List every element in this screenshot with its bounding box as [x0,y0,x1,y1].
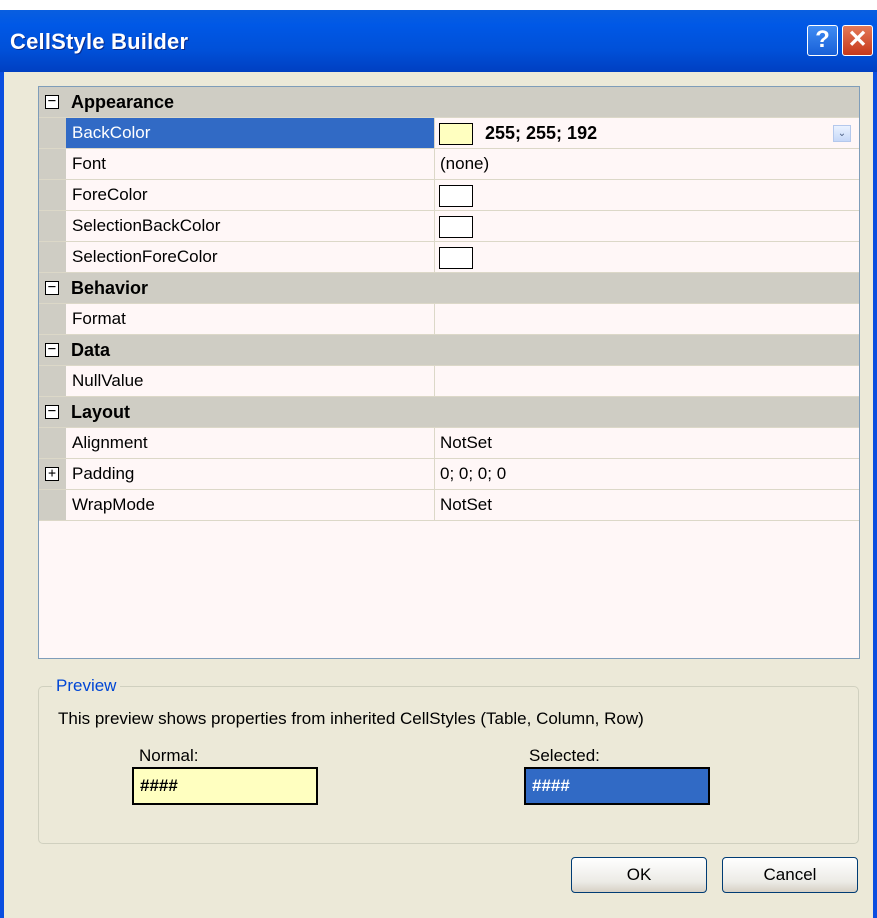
help-button[interactable]: ? [807,25,838,56]
expand-icon[interactable]: + [45,467,59,481]
color-swatch [439,123,473,145]
selected-label: Selected: [529,746,600,765]
dropdown-button[interactable]: ⌄ [833,125,851,142]
property-name[interactable]: SelectionForeColor [66,242,435,272]
property-value[interactable]: 0; 0; 0; 0 [435,459,859,489]
ok-button[interactable]: OK [571,857,707,893]
collapse-icon[interactable]: − [45,280,59,295]
title-bar[interactable]: CellStyle Builder ? ✕ [0,0,877,72]
property-value[interactable]: NotSet [435,490,859,520]
property-grid[interactable]: − Appearance BackColor 255; 255; 192 ⌄ F… [38,86,860,659]
window-title: CellStyle Builder [10,29,189,54]
property-row-format[interactable]: Format [39,304,859,335]
collapse-icon[interactable]: − [45,94,59,109]
close-button[interactable]: ✕ [842,25,873,56]
property-name[interactable]: BackColor [66,118,435,148]
row-gutter [39,490,66,520]
property-row-alignment[interactable]: Alignment NotSet [39,428,859,459]
property-name[interactable]: WrapMode [66,490,435,520]
window-frame-right [873,72,877,918]
chevron-down-icon: ⌄ [837,128,847,139]
property-row-forecolor[interactable]: ForeColor [39,180,859,211]
category-label: Appearance [71,92,175,112]
row-gutter [39,304,66,334]
property-name[interactable]: Format [66,304,435,334]
color-swatch [439,247,473,269]
row-gutter [39,242,66,272]
preview-info-text: This preview shows properties from inher… [58,709,644,728]
property-row-font[interactable]: Font (none) [39,149,859,180]
row-gutter [39,211,66,241]
property-name[interactable]: Alignment [66,428,435,458]
cancel-button[interactable]: Cancel [722,857,858,893]
category-layout[interactable]: − Layout [39,397,859,428]
row-gutter [39,118,66,148]
row-gutter [39,428,66,458]
property-row-selectionforecolor[interactable]: SelectionForeColor [39,242,859,273]
color-swatch [439,216,473,238]
property-row-padding[interactable]: + Padding 0; 0; 0; 0 [39,459,859,490]
property-name[interactable]: Padding [66,459,435,489]
category-label: Layout [71,402,131,422]
property-name[interactable]: Font [66,149,435,179]
title-bar-top-strip [0,0,877,10]
collapse-icon[interactable]: − [45,404,59,419]
property-value[interactable] [435,304,859,334]
category-label: Behavior [71,278,149,298]
property-row-selectionbackcolor[interactable]: SelectionBackColor [39,211,859,242]
selected-preview-box: #### [524,767,710,805]
category-label: Data [71,340,111,360]
property-value[interactable] [435,366,859,396]
property-name[interactable]: NullValue [66,366,435,396]
category-behavior[interactable]: − Behavior [39,273,859,304]
row-gutter [39,366,66,396]
row-gutter [39,180,66,210]
property-row-backcolor[interactable]: BackColor 255; 255; 192 ⌄ [39,118,859,149]
window-frame-left [0,72,4,918]
normal-preview-box: #### [132,767,318,805]
close-icon: ✕ [847,26,868,53]
property-value[interactable]: (none) [435,149,859,179]
help-icon: ? [815,26,830,53]
property-row-nullvalue[interactable]: NullValue [39,366,859,397]
preview-legend: Preview [52,676,121,696]
property-row-wrapmode[interactable]: WrapMode NotSet [39,490,859,521]
property-value[interactable]: 255; 255; 192 [485,118,597,148]
row-gutter [39,149,66,179]
property-value[interactable]: NotSet [435,428,859,458]
category-data[interactable]: − Data [39,335,859,366]
property-name[interactable]: SelectionBackColor [66,211,435,241]
property-name[interactable]: ForeColor [66,180,435,210]
cellstyle-builder-dialog: CellStyle Builder ? ✕ − Appearance BackC… [0,0,877,918]
normal-label: Normal: [139,746,199,765]
color-swatch [439,185,473,207]
collapse-icon[interactable]: − [45,342,59,357]
category-appearance[interactable]: − Appearance [39,87,859,118]
